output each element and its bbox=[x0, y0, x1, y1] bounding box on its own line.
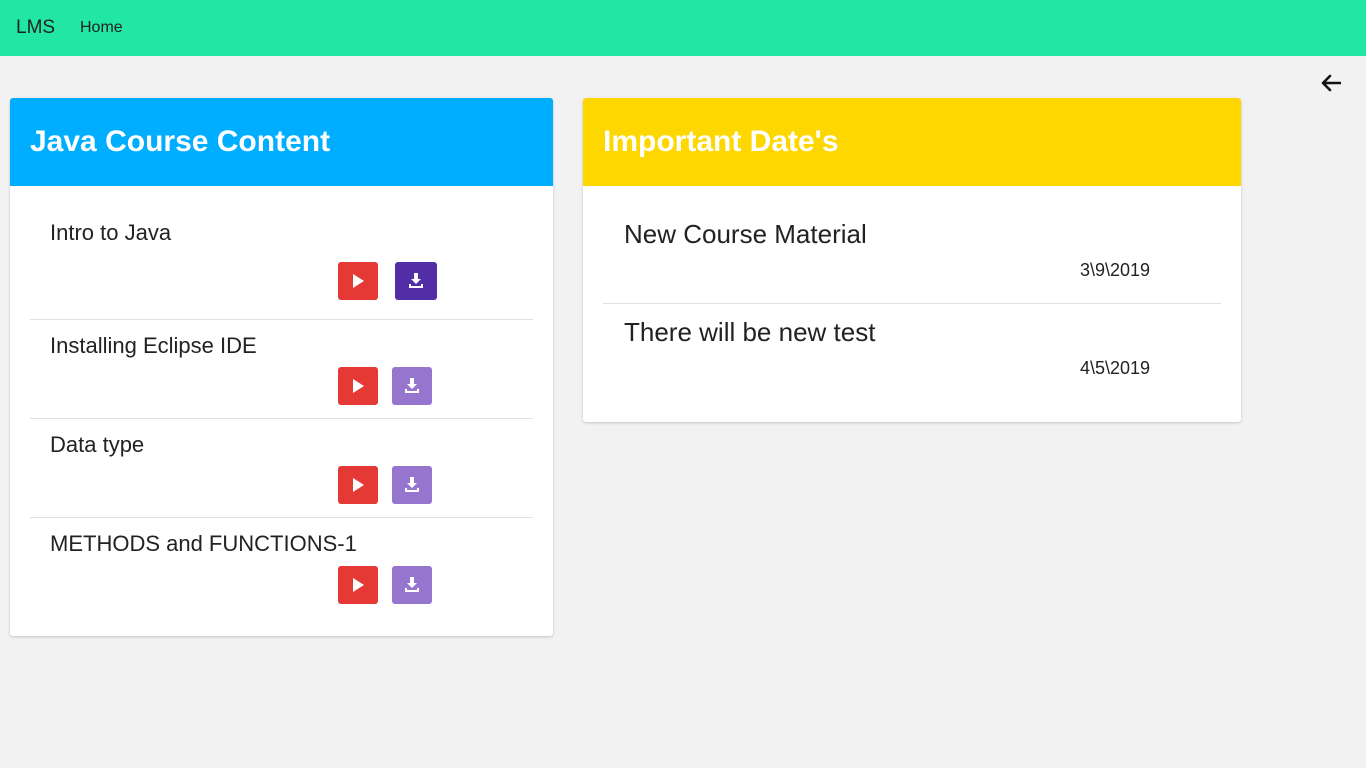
play-button[interactable] bbox=[338, 367, 378, 405]
course-card-title: Java Course Content bbox=[30, 125, 331, 158]
play-icon bbox=[353, 379, 364, 393]
download-icon bbox=[405, 477, 419, 492]
lesson-title: METHODS and FUNCTIONS-1 bbox=[50, 531, 357, 556]
date-item: There will be new test 4\5\2019 bbox=[603, 304, 1221, 404]
lesson-title: Intro to Java bbox=[50, 220, 172, 245]
download-icon bbox=[405, 577, 419, 592]
dates-card-title: Important Date's bbox=[603, 125, 839, 158]
course-card-header: Java Course Content bbox=[10, 98, 553, 186]
play-icon bbox=[353, 578, 364, 592]
download-icon bbox=[405, 378, 419, 393]
lesson-title: Installing Eclipse IDE bbox=[50, 333, 257, 358]
date-item-title: New Course Material bbox=[624, 219, 867, 249]
play-button[interactable] bbox=[338, 466, 378, 504]
brand-link[interactable]: LMS bbox=[16, 17, 55, 39]
play-icon bbox=[353, 478, 364, 492]
lesson-item: Installing Eclipse IDE bbox=[30, 320, 533, 419]
back-button[interactable] bbox=[1318, 70, 1344, 96]
dates-card-header: Important Date's bbox=[583, 98, 1241, 186]
lesson-item: Data type bbox=[30, 419, 533, 518]
important-dates-card: Important Date's New Course Material 3\9… bbox=[583, 98, 1241, 422]
navbar: LMS Home bbox=[0, 0, 1366, 56]
play-button[interactable] bbox=[338, 262, 378, 300]
date-item-date: 3\9\2019 bbox=[1080, 260, 1151, 280]
date-item-date: 4\5\2019 bbox=[1080, 358, 1151, 378]
download-button[interactable] bbox=[392, 466, 432, 504]
lesson-title: Data type bbox=[50, 432, 145, 457]
play-button[interactable] bbox=[338, 566, 378, 604]
download-button[interactable] bbox=[392, 367, 432, 405]
date-item-title: There will be new test bbox=[624, 317, 876, 347]
play-icon bbox=[353, 274, 364, 288]
nav-home-link[interactable]: Home bbox=[80, 19, 123, 37]
download-button[interactable] bbox=[395, 262, 437, 300]
course-content-card: Java Course Content Intro to Java Instal… bbox=[10, 98, 553, 636]
download-icon bbox=[409, 273, 423, 288]
lesson-item: Intro to Java bbox=[30, 187, 533, 320]
download-button[interactable] bbox=[392, 566, 432, 604]
lesson-item: METHODS and FUNCTIONS-1 bbox=[30, 518, 533, 618]
arrow-left-icon bbox=[1321, 74, 1341, 92]
date-item: New Course Material 3\9\2019 bbox=[603, 186, 1221, 304]
